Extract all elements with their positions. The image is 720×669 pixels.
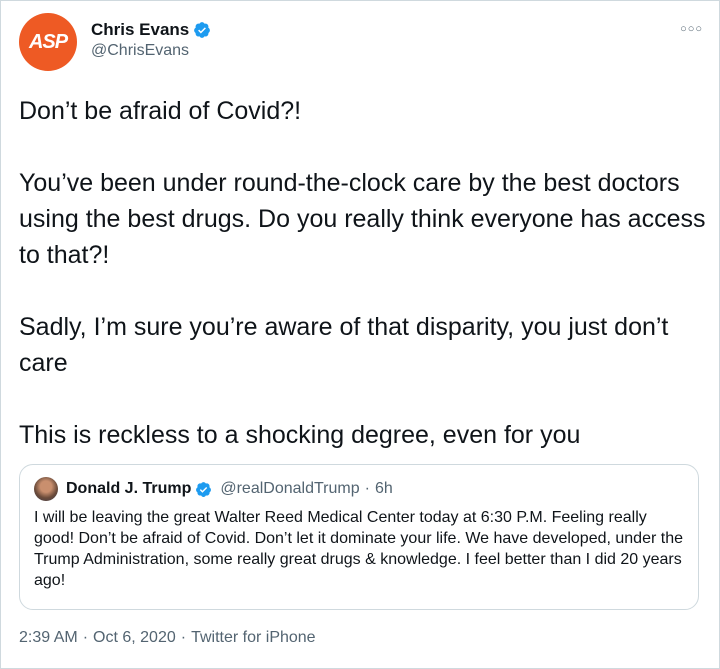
- name-row: Chris Evans: [91, 20, 211, 40]
- author-names: Chris Evans @ChrisEvans: [91, 20, 211, 60]
- quoted-tweet[interactable]: Donald J. Trump @realDonaldTrump · 6h I …: [19, 464, 699, 610]
- avatar[interactable]: ASP: [19, 13, 77, 71]
- tweet-footer: 2:39 AM · Oct 6, 2020 · Twitter for iPhone: [19, 629, 316, 647]
- quoted-timestamp: 6h: [374, 480, 393, 497]
- separator-dot: ·: [364, 480, 370, 497]
- quoted-handle: @realDonaldTrump: [220, 480, 360, 497]
- tweet-paragraph: Don’t be afraid of Covid?!: [19, 97, 302, 125]
- tweet-card: ASP Chris Evans @ChrisEvans ○○○ Don’t be…: [0, 0, 720, 669]
- quoted-tweet-text: I will be leaving the great Walter Reed …: [34, 509, 683, 589]
- tweet-text: Don’t be afraid of Covid?! You’ve been u…: [19, 93, 709, 453]
- more-options-icon[interactable]: ○○○: [680, 23, 703, 35]
- separator-dot: ·: [180, 629, 187, 646]
- display-name[interactable]: Chris Evans: [91, 20, 189, 40]
- quoted-display-name: Donald J. Trump: [66, 480, 192, 497]
- tweet-header: ASP Chris Evans @ChrisEvans: [19, 13, 211, 71]
- author-handle[interactable]: @ChrisEvans: [91, 42, 211, 60]
- tweet-date[interactable]: Oct 6, 2020: [93, 629, 176, 646]
- tweet-paragraph: You’ve been under round-the-clock care b…: [19, 169, 706, 269]
- quoted-tweet-header: Donald J. Trump @realDonaldTrump · 6h: [34, 477, 684, 501]
- tweet-source[interactable]: Twitter for iPhone: [191, 629, 316, 646]
- avatar-logo-text: ASP: [28, 30, 68, 53]
- tweet-paragraph: This is reckless to a shocking degree, e…: [19, 421, 581, 449]
- tweet-paragraph: Sadly, I’m sure you’re aware of that dis…: [19, 313, 669, 377]
- verified-badge-icon: [194, 22, 211, 38]
- verified-badge-icon: [196, 481, 212, 497]
- separator-dot: ·: [82, 629, 89, 646]
- quoted-avatar: [34, 477, 58, 501]
- tweet-time[interactable]: 2:39 AM: [19, 629, 78, 646]
